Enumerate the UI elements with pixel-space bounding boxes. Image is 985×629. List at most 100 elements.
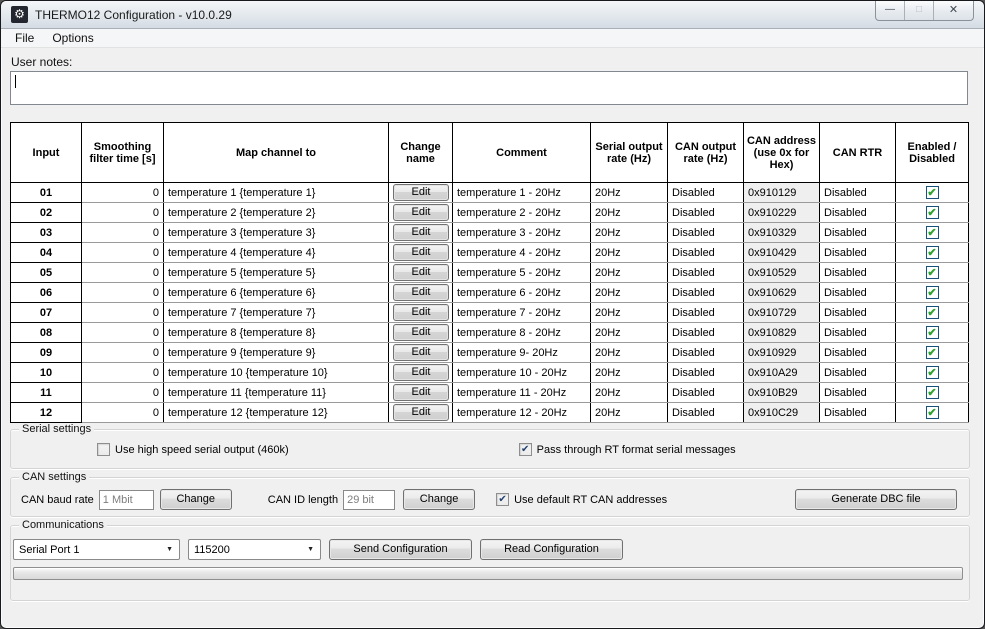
can-address-cell[interactable]: 0x910A29 <box>744 363 820 383</box>
read-configuration-button[interactable]: Read Configuration <box>480 539 623 560</box>
smoothing-cell[interactable]: 0 <box>82 383 164 403</box>
map-channel-cell[interactable]: temperature 12 {temperature 12} <box>164 403 389 423</box>
comment-cell[interactable]: temperature 6 - 20Hz <box>453 283 591 303</box>
enabled-checkbox[interactable]: ✔ <box>926 246 939 259</box>
minimize-button[interactable]: — <box>876 1 905 20</box>
can-rtr-cell[interactable]: Disabled <box>820 363 896 383</box>
smoothing-cell[interactable]: 0 <box>82 243 164 263</box>
can-rate-cell[interactable]: Disabled <box>668 383 744 403</box>
smoothing-cell[interactable]: 0 <box>82 263 164 283</box>
can-address-cell[interactable]: 0x910C29 <box>744 403 820 423</box>
smoothing-cell[interactable]: 0 <box>82 283 164 303</box>
can-rtr-cell[interactable]: Disabled <box>820 343 896 363</box>
input-number-cell[interactable]: 02 <box>11 203 82 223</box>
smoothing-cell[interactable]: 0 <box>82 183 164 203</box>
can-rate-cell[interactable]: Disabled <box>668 243 744 263</box>
can-address-cell[interactable]: 0x910529 <box>744 263 820 283</box>
comment-cell[interactable]: temperature 2 - 20Hz <box>453 203 591 223</box>
can-rate-cell[interactable]: Disabled <box>668 403 744 423</box>
comment-cell[interactable]: temperature 1 - 20Hz <box>453 183 591 203</box>
map-channel-cell[interactable]: temperature 7 {temperature 7} <box>164 303 389 323</box>
input-number-cell[interactable]: 11 <box>11 383 82 403</box>
can-address-cell[interactable]: 0x910329 <box>744 223 820 243</box>
edit-button[interactable]: Edit <box>393 344 449 361</box>
default-rt-addresses-checkbox[interactable]: ✔ Use default RT CAN addresses <box>496 493 667 506</box>
comment-cell[interactable]: temperature 5 - 20Hz <box>453 263 591 283</box>
map-channel-cell[interactable]: temperature 9 {temperature 9} <box>164 343 389 363</box>
checkbox-box[interactable] <box>97 443 110 456</box>
map-channel-cell[interactable]: temperature 2 {temperature 2} <box>164 203 389 223</box>
can-rate-cell[interactable]: Disabled <box>668 283 744 303</box>
smoothing-cell[interactable]: 0 <box>82 363 164 383</box>
can-rate-cell[interactable]: Disabled <box>668 363 744 383</box>
enabled-checkbox[interactable]: ✔ <box>926 226 939 239</box>
can-rate-cell[interactable]: Disabled <box>668 303 744 323</box>
input-number-cell[interactable]: 07 <box>11 303 82 323</box>
can-rtr-cell[interactable]: Disabled <box>820 403 896 423</box>
serial-rate-cell[interactable]: 20Hz <box>591 363 668 383</box>
can-rate-cell[interactable]: Disabled <box>668 183 744 203</box>
map-channel-cell[interactable]: temperature 8 {temperature 8} <box>164 323 389 343</box>
edit-button[interactable]: Edit <box>393 304 449 321</box>
input-number-cell[interactable]: 10 <box>11 363 82 383</box>
enabled-checkbox[interactable]: ✔ <box>926 326 939 339</box>
pass-through-rt-checkbox[interactable]: ✔ Pass through RT format serial messages <box>519 443 736 456</box>
map-channel-cell[interactable]: temperature 4 {temperature 4} <box>164 243 389 263</box>
enabled-checkbox[interactable]: ✔ <box>926 366 939 379</box>
generate-dbc-button[interactable]: Generate DBC file <box>795 489 957 510</box>
can-rtr-cell[interactable]: Disabled <box>820 303 896 323</box>
menu-file[interactable]: File <box>6 30 43 46</box>
serial-rate-cell[interactable]: 20Hz <box>591 203 668 223</box>
input-number-cell[interactable]: 09 <box>11 343 82 363</box>
can-baud-rate-field[interactable]: 1 Mbit <box>99 490 154 510</box>
user-notes-input[interactable] <box>10 71 968 105</box>
can-id-change-button[interactable]: Change <box>403 489 475 510</box>
enabled-checkbox[interactable]: ✔ <box>926 186 939 199</box>
can-address-cell[interactable]: 0x910729 <box>744 303 820 323</box>
enabled-checkbox[interactable]: ✔ <box>926 286 939 299</box>
map-channel-cell[interactable]: temperature 6 {temperature 6} <box>164 283 389 303</box>
serial-rate-cell[interactable]: 20Hz <box>591 223 668 243</box>
input-number-cell[interactable]: 04 <box>11 243 82 263</box>
can-baud-change-button[interactable]: Change <box>160 489 232 510</box>
can-rate-cell[interactable]: Disabled <box>668 223 744 243</box>
serial-rate-cell[interactable]: 20Hz <box>591 343 668 363</box>
input-number-cell[interactable]: 08 <box>11 323 82 343</box>
map-channel-cell[interactable]: temperature 11 {temperature 11} <box>164 383 389 403</box>
input-number-cell[interactable]: 06 <box>11 283 82 303</box>
edit-button[interactable]: Edit <box>393 284 449 301</box>
checkbox-box[interactable]: ✔ <box>519 443 532 456</box>
comment-cell[interactable]: temperature 9- 20Hz <box>453 343 591 363</box>
can-rate-cell[interactable]: Disabled <box>668 343 744 363</box>
can-address-cell[interactable]: 0x910429 <box>744 243 820 263</box>
close-button[interactable]: ✕ <box>934 1 973 20</box>
comment-cell[interactable]: temperature 10 - 20Hz <box>453 363 591 383</box>
enabled-checkbox[interactable]: ✔ <box>926 346 939 359</box>
smoothing-cell[interactable]: 0 <box>82 303 164 323</box>
can-rate-cell[interactable]: Disabled <box>668 203 744 223</box>
serial-port-dropdown[interactable]: Serial Port 1 ▼ <box>13 539 180 560</box>
high-speed-serial-checkbox[interactable]: Use high speed serial output (460k) <box>97 443 289 456</box>
can-address-cell[interactable]: 0x910629 <box>744 283 820 303</box>
smoothing-cell[interactable]: 0 <box>82 343 164 363</box>
can-rtr-cell[interactable]: Disabled <box>820 323 896 343</box>
menu-options[interactable]: Options <box>43 30 102 46</box>
edit-button[interactable]: Edit <box>393 404 449 421</box>
serial-rate-cell[interactable]: 20Hz <box>591 183 668 203</box>
can-rtr-cell[interactable]: Disabled <box>820 383 896 403</box>
serial-rate-cell[interactable]: 20Hz <box>591 403 668 423</box>
enabled-checkbox[interactable]: ✔ <box>926 386 939 399</box>
enabled-checkbox[interactable]: ✔ <box>926 266 939 279</box>
map-channel-cell[interactable]: temperature 1 {temperature 1} <box>164 183 389 203</box>
map-channel-cell[interactable]: temperature 10 {temperature 10} <box>164 363 389 383</box>
can-id-length-field[interactable]: 29 bit <box>343 490 395 510</box>
send-configuration-button[interactable]: Send Configuration <box>329 539 472 560</box>
serial-rate-cell[interactable]: 20Hz <box>591 263 668 283</box>
can-rtr-cell[interactable]: Disabled <box>820 203 896 223</box>
smoothing-cell[interactable]: 0 <box>82 403 164 423</box>
enabled-checkbox[interactable]: ✔ <box>926 206 939 219</box>
input-number-cell[interactable]: 01 <box>11 183 82 203</box>
input-number-cell[interactable]: 12 <box>11 403 82 423</box>
smoothing-cell[interactable]: 0 <box>82 323 164 343</box>
edit-button[interactable]: Edit <box>393 264 449 281</box>
